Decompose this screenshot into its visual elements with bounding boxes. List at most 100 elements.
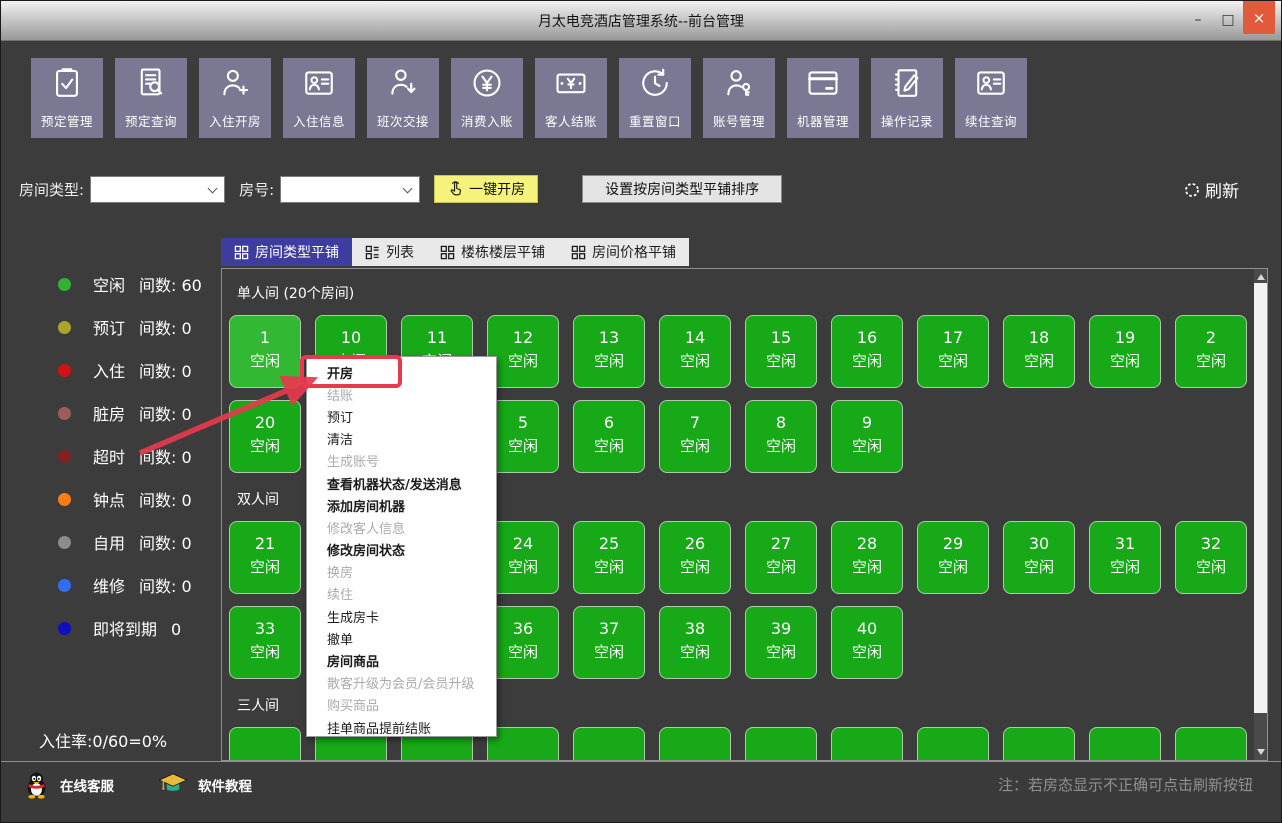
context-menu-item[interactable]: 撤单 (307, 627, 496, 649)
online-service-link[interactable]: 在线客服 (23, 770, 114, 799)
room-tile-36[interactable]: 36空闲 (487, 606, 559, 679)
toolbar-button-label: 机器管理 (797, 111, 849, 130)
room-tile-14[interactable]: 14空闲 (659, 315, 731, 388)
room-tile[interactable] (487, 727, 559, 761)
toolbar-button-7[interactable]: 客人结账 (535, 58, 607, 138)
refresh-label: 刷新 (1205, 177, 1239, 202)
context-menu-item[interactable]: 挂单商品提前结账 (307, 716, 496, 738)
toolbar-button-label: 入住开房 (209, 111, 261, 130)
room-tile-19[interactable]: 19空闲 (1089, 315, 1161, 388)
scroll-down-icon[interactable] (1257, 749, 1265, 755)
toolbar-button-4[interactable]: 入住信息 (283, 58, 355, 138)
context-menu-item[interactable]: 生成房卡 (307, 605, 496, 627)
room-tile[interactable] (229, 727, 301, 761)
room-tile-9[interactable]: 9空闲 (831, 400, 903, 473)
context-menu-item[interactable]: 房间商品 (307, 649, 496, 671)
room-tile-16[interactable]: 16空闲 (831, 315, 903, 388)
minimize-button[interactable]: – (1183, 5, 1213, 35)
room-tile-29[interactable]: 29空闲 (917, 521, 989, 594)
room-tile-39[interactable]: 39空闲 (745, 606, 817, 679)
context-menu-item[interactable]: 清洁 (307, 428, 496, 450)
context-menu-item[interactable]: 预订 (307, 405, 496, 427)
room-tile[interactable] (1089, 727, 1161, 761)
room-tile-32[interactable]: 32空闲 (1175, 521, 1247, 594)
room-tile[interactable] (1003, 727, 1075, 761)
room-tile-13[interactable]: 13空闲 (573, 315, 645, 388)
toolbar-button-11[interactable]: 操作记录 (871, 58, 943, 138)
toolbar-button-2[interactable]: 预定查询 (115, 58, 187, 138)
room-tile-20[interactable]: 20空闲 (229, 400, 301, 473)
qq-penguin-icon (23, 770, 50, 799)
refresh-button[interactable]: 刷新 (1184, 177, 1239, 202)
room-tile-17[interactable]: 17空闲 (917, 315, 989, 388)
room-tile[interactable] (1175, 727, 1247, 761)
room-number: 31 (1090, 534, 1160, 553)
room-tile-38[interactable]: 38空闲 (659, 606, 731, 679)
room-tile-7[interactable]: 7空闲 (659, 400, 731, 473)
context-menu-item[interactable]: 添加房间机器 (307, 494, 496, 516)
room-tile-24[interactable]: 24空闲 (487, 521, 559, 594)
tab-3[interactable]: 楼栋楼层平铺 (427, 238, 558, 266)
room-tile[interactable] (573, 727, 645, 761)
room-tile-33[interactable]: 33空闲 (229, 606, 301, 679)
toolbar-button-5[interactable]: 班次交接 (367, 58, 439, 138)
one-key-open-label: 一键开房 (469, 179, 525, 199)
room-number: 15 (746, 328, 816, 347)
room-status: 空闲 (1004, 556, 1074, 577)
room-tile-1[interactable]: 1空闲 (229, 315, 301, 388)
room-tile-37[interactable]: 37空闲 (573, 606, 645, 679)
room-tile-21[interactable]: 21空闲 (229, 521, 301, 594)
room-type-label: 房间类型: (19, 179, 84, 200)
tutorial-link[interactable]: 软件教程 (158, 772, 252, 798)
toolbar-button-3[interactable]: 入住开房 (199, 58, 271, 138)
room-tile-28[interactable]: 28空闲 (831, 521, 903, 594)
room-tile[interactable] (745, 727, 817, 761)
tab-2[interactable]: 列表 (352, 238, 427, 266)
toolbar-button-6[interactable]: 消费入账 (451, 58, 523, 138)
toolbar-button-label: 班次交接 (377, 111, 429, 130)
room-tile-5[interactable]: 5空闲 (487, 400, 559, 473)
context-menu-item[interactable]: 开房 (307, 361, 496, 383)
room-tile-18[interactable]: 18空闲 (1003, 315, 1075, 388)
room-tile-8[interactable]: 8空闲 (745, 400, 817, 473)
scroll-up-icon[interactable] (1257, 274, 1265, 280)
scrollbar-thumb[interactable] (1254, 283, 1267, 713)
room-tile[interactable] (659, 727, 731, 761)
toolbar-button-1[interactable]: 预定管理 (31, 58, 103, 138)
toolbar-button-10[interactable]: 机器管理 (787, 58, 859, 138)
room-tile-31[interactable]: 31空闲 (1089, 521, 1161, 594)
room-tile-2[interactable]: 2空闲 (1175, 315, 1247, 388)
room-tile-30[interactable]: 30空闲 (1003, 521, 1075, 594)
toolbar-button-8[interactable]: 重置窗口 (619, 58, 691, 138)
room-tile-12[interactable]: 12空闲 (487, 315, 559, 388)
context-menu-item[interactable]: 查看机器状态/发送消息 (307, 472, 496, 494)
tab-label: 列表 (386, 242, 414, 262)
yen-circle-icon (470, 66, 504, 104)
room-tile-6[interactable]: 6空闲 (573, 400, 645, 473)
tab-1[interactable]: 房间类型平铺 (221, 238, 352, 266)
tab-4[interactable]: 房间价格平铺 (558, 238, 689, 266)
sort-by-room-type-button[interactable]: 设置按房间类型平铺排序 (582, 175, 782, 203)
room-type-select[interactable] (90, 176, 225, 203)
room-tile[interactable] (831, 727, 903, 761)
maximize-button[interactable]: □ (1213, 5, 1243, 35)
toolbar-button-9[interactable]: 账号管理 (703, 58, 775, 138)
room-tile-27[interactable]: 27空闲 (745, 521, 817, 594)
room-tile-25[interactable]: 25空闲 (573, 521, 645, 594)
room-tile[interactable] (917, 727, 989, 761)
room-no-select[interactable] (280, 176, 420, 203)
context-menu-item: 续住 (307, 583, 496, 605)
person-plus-icon (218, 66, 252, 104)
toolbar-button-12[interactable]: 续住查询 (955, 58, 1027, 138)
room-tile-40[interactable]: 40空闲 (831, 606, 903, 679)
one-key-open-button[interactable]: 一键开房 (434, 175, 538, 203)
context-menu-item[interactable]: 修改房间状态 (307, 539, 496, 561)
room-tile-15[interactable]: 15空闲 (745, 315, 817, 388)
close-button[interactable]: × (1243, 1, 1275, 34)
room-number: 36 (488, 619, 558, 638)
tab-label: 楼栋楼层平铺 (461, 242, 545, 262)
room-number: 38 (660, 619, 730, 638)
room-tile-26[interactable]: 26空闲 (659, 521, 731, 594)
status-bar: 在线客服 软件教程 注：若房态显示不正确可点击刷新按钮 (1, 761, 1281, 822)
vertical-scrollbar[interactable] (1254, 269, 1267, 760)
